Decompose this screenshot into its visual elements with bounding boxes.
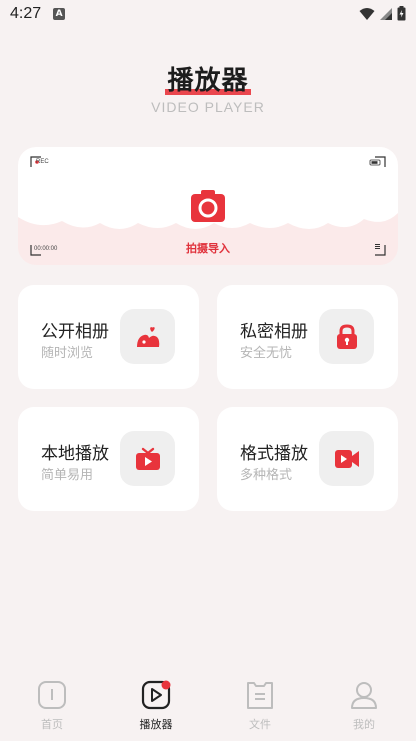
nav-file[interactable]: 文件 [208,672,312,741]
nav-label: 播放器 [139,718,173,731]
lock-icon [319,309,374,364]
feature-subtitle: 安全无忧 [240,346,293,361]
camera-import-card[interactable]: REC 00:00:00 拍摄导入 [18,147,398,265]
nav-label: 首页 [41,718,63,731]
shoot-import-label[interactable]: 拍摄导入 [18,240,398,256]
nav-label: 我的 [353,718,375,731]
nav-profile[interactable]: 我的 [312,672,416,741]
feature-title: 公开相册 [41,322,109,342]
photo-album-icon [120,309,175,364]
local-play-card[interactable]: 本地播放 简单易用 [18,407,199,511]
battery-icon [397,6,406,21]
feature-title: 本地播放 [41,444,109,464]
player-icon [141,680,171,710]
public-album-card[interactable]: 公开相册 随时浏览 [18,285,199,389]
nav-label: 文件 [249,718,271,731]
feature-subtitle: 随时浏览 [41,346,94,361]
bottom-nav: 首页 播放器 文件 我的 [0,672,416,741]
status-bar: 4:27 A [0,0,416,28]
file-icon [247,682,273,709]
notification-icon: A [53,8,66,20]
home-icon [38,681,66,709]
wifi-icon [359,7,375,20]
profile-icon [351,682,377,709]
signal-icon [380,7,392,20]
video-camera-icon [319,431,374,486]
feature-subtitle: 简单易用 [41,468,94,483]
format-play-card[interactable]: 格式播放 多种格式 [217,407,398,511]
feature-title: 私密相册 [240,322,308,342]
tv-icon [120,431,175,486]
rec-label: REC [36,159,49,165]
status-time: 4:27 [10,5,42,22]
feature-subtitle: 多种格式 [240,468,293,483]
status-indicators [359,6,406,21]
feature-title: 格式播放 [240,444,308,464]
app-title: 播放器 [165,60,251,97]
app-subtitle: VIDEO PLAYER [151,99,265,115]
nav-home[interactable]: 首页 [0,672,104,741]
nav-player[interactable]: 播放器 [104,672,208,741]
camera-icon[interactable] [189,187,227,225]
app-header: 播放器 VIDEO PLAYER [0,60,416,115]
private-album-card[interactable]: 私密相册 安全无忧 [217,285,398,389]
